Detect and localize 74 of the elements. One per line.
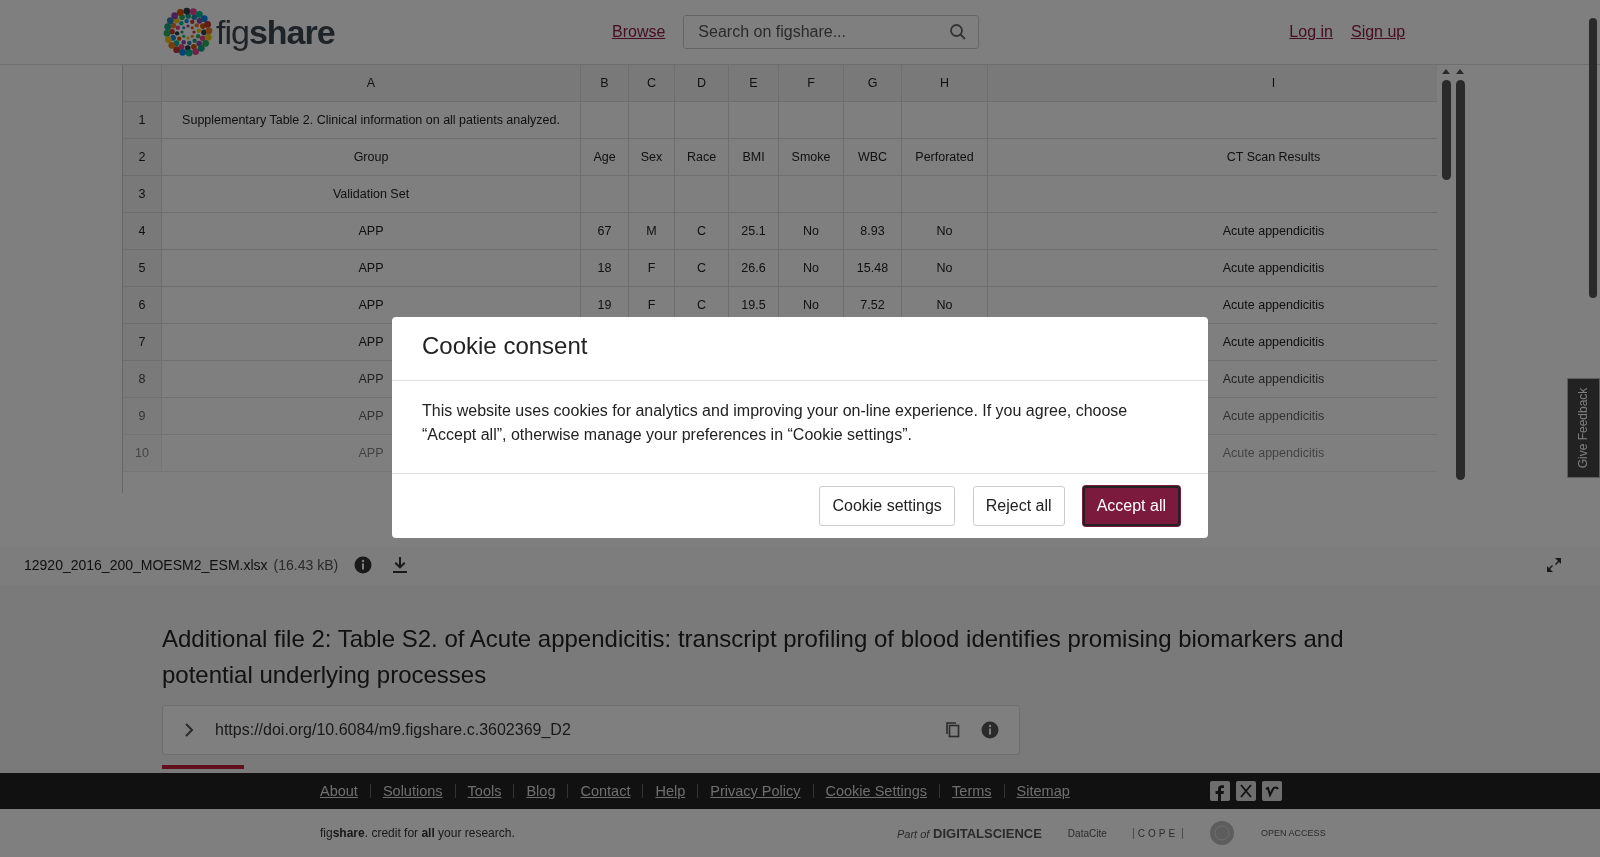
table-cell: APP — [162, 213, 581, 250]
column-header: B — [581, 65, 629, 102]
dialog-button[interactable]: Reject all — [972, 486, 1065, 526]
table-cell: BMI — [729, 139, 779, 176]
auth-link[interactable]: Sign up — [1350, 23, 1406, 41]
table-cell: No — [902, 213, 988, 250]
footer-link[interactable]: Contact — [580, 783, 631, 799]
column-header: F — [779, 65, 844, 102]
dialog-message: This website uses cookies for analytics and improving your on-line experience. If you agree, choose “Accept all”, otherwise manage your preferences in “Cookie settings”. — [392, 381, 1208, 474]
item-title: Additional file 2: Table S2. of Acute appendicitis: transcript profiling of blood identifies promising biomarkers and potential underlying processes — [162, 624, 1345, 690]
table-cell: Validation Set — [162, 176, 581, 213]
search-field[interactable]: Search on figshare... — [683, 15, 980, 49]
footer-link[interactable]: Privacy Policy — [710, 783, 801, 799]
footer-link[interactable]: About — [320, 783, 358, 799]
row-number: 5 — [123, 250, 162, 287]
column-header: G — [844, 65, 902, 102]
row-number: 7 — [123, 324, 162, 361]
file-size: (16.43 kB) — [273, 557, 339, 573]
table-cell: Sex — [629, 139, 675, 176]
row-number: 1 — [123, 102, 162, 139]
column-header: I — [988, 65, 1437, 102]
table-cell: 15.48 — [844, 250, 902, 287]
footer-link[interactable]: Solutions — [382, 783, 443, 799]
table-cell: Supplementary Table 2. Clinical information on all patients analyzed. — [162, 102, 581, 139]
column-header: C — [629, 65, 675, 102]
row-number: 4 — [123, 213, 162, 250]
table-cell: F — [629, 250, 675, 287]
footer-link[interactable]: Blog — [526, 783, 556, 799]
logo-text[interactable]: figshare — [216, 12, 335, 52]
partner-logo[interactable]: OPEN ACCESS — [1261, 828, 1326, 838]
file-name: 12920_2016_200_MOESM2_ESM.xlsx — [24, 557, 268, 573]
table-cell: 26.6 — [729, 250, 779, 287]
table-cell: 25.1 — [729, 213, 779, 250]
table-cell: C — [675, 213, 729, 250]
dialog-title: Cookie consent — [392, 317, 1208, 381]
partner-logo[interactable]: DataCite — [1067, 827, 1107, 839]
table-cell: C — [675, 250, 729, 287]
auth-link[interactable]: Log in — [1289, 23, 1333, 41]
column-header: H — [902, 65, 988, 102]
table-cell: No — [902, 250, 988, 287]
footer-link[interactable]: Sitemap — [1016, 783, 1070, 799]
doi-link[interactable]: https://doi.org/10.6084/m9.figshare.c.3602369_D2 — [215, 721, 925, 739]
table-cell: M — [629, 213, 675, 250]
tagline: figshare. credit for all your research. — [320, 826, 516, 840]
table-cell: WBC — [844, 139, 902, 176]
table-cell: 8.93 — [844, 213, 902, 250]
table-cell: Group — [162, 139, 581, 176]
row-number: 2 — [123, 139, 162, 176]
footer-link[interactable]: Terms — [952, 783, 992, 799]
footer-link[interactable]: Tools — [467, 783, 502, 799]
table-cell: 18 — [581, 250, 629, 287]
feedback-tab[interactable]: Give Feedback — [1567, 378, 1600, 478]
table-cell: Smoke — [779, 139, 844, 176]
browse-link[interactable]: Browse — [612, 23, 666, 41]
table-cell: 67 — [581, 213, 629, 250]
table-cell: Race — [675, 139, 729, 176]
table-cell: APP — [162, 250, 581, 287]
table-cell: No — [779, 250, 844, 287]
column-header: E — [729, 65, 779, 102]
partner-logo[interactable]: COPE — [1132, 827, 1184, 839]
footer-link[interactable]: Cookie Settings — [825, 783, 928, 799]
dialog-button[interactable]: Cookie settings — [819, 486, 955, 526]
column-header: A — [162, 65, 581, 102]
accept-button[interactable]: Accept all — [1082, 486, 1180, 526]
table-cell: Age — [581, 139, 629, 176]
column-header: D — [675, 65, 729, 102]
row-number: 8 — [123, 361, 162, 398]
row-number: 9 — [123, 398, 162, 435]
table-cell: Perforated — [902, 139, 988, 176]
row-number: 6 — [123, 287, 162, 324]
row-number: 3 — [123, 176, 162, 213]
footer-link[interactable]: Help — [655, 783, 686, 799]
table-cell: No — [779, 213, 844, 250]
partner-logo[interactable]: Part of DIGITALSCIENCE — [897, 825, 1042, 841]
